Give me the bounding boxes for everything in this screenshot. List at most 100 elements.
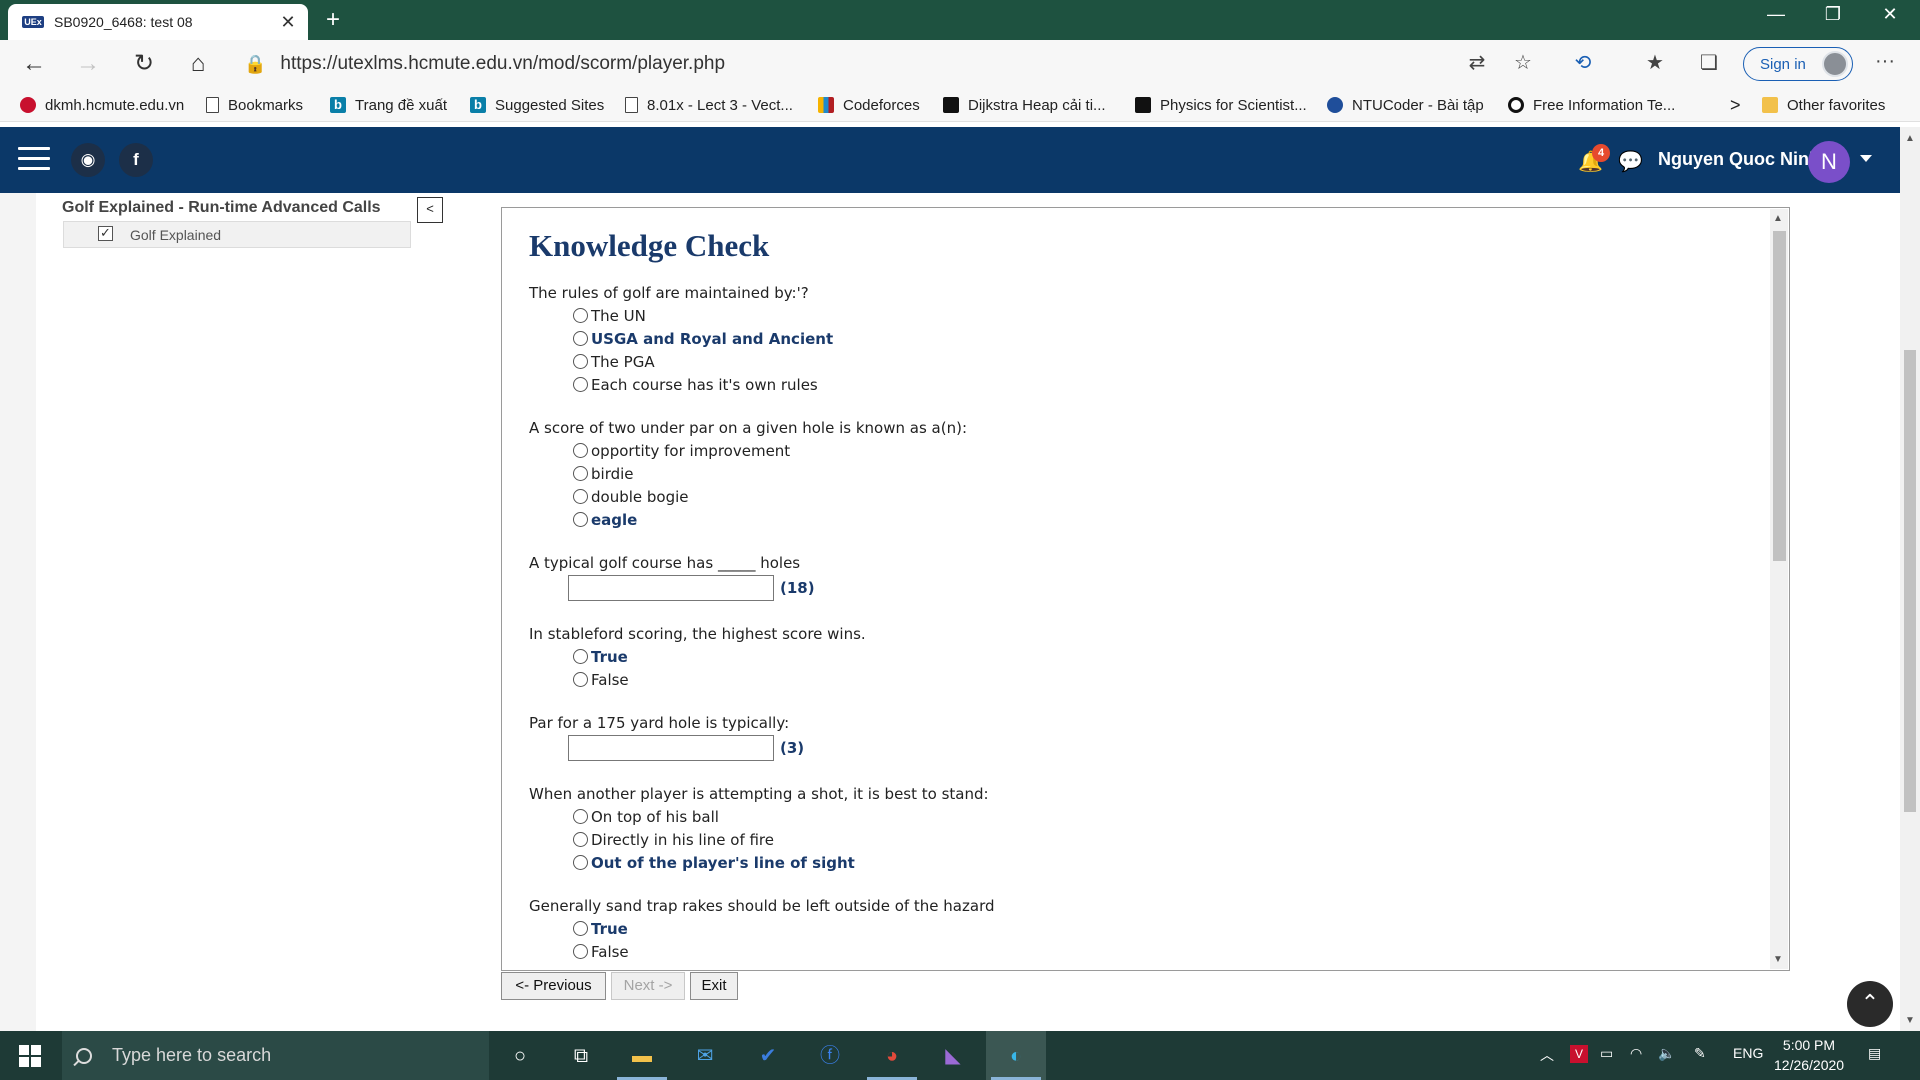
back-to-top-chevron-icon[interactable]: ⌃: [1847, 981, 1893, 1027]
visual-studio-icon[interactable]: ◣: [938, 1041, 968, 1071]
radio-button[interactable]: [573, 855, 588, 870]
next-button[interactable]: Next ->: [611, 972, 685, 1000]
forward-arrow-icon[interactable]: →: [70, 48, 106, 80]
radio-button[interactable]: [573, 489, 588, 504]
radio-button[interactable]: [573, 809, 588, 824]
user-name[interactable]: Nguyen Quoc Ninh: [1658, 149, 1820, 170]
file-explorer-icon[interactable]: ▬: [627, 1041, 657, 1071]
battery-icon[interactable]: ▭: [1600, 1045, 1613, 1062]
language-indicator[interactable]: ENG: [1733, 1045, 1763, 1061]
favorite-item[interactable]: NTUCoder - Bài tập: [1327, 93, 1484, 117]
previous-button[interactable]: <- Previous: [501, 972, 606, 1000]
option-4[interactable]: eagle: [573, 508, 1729, 531]
back-arrow-icon[interactable]: ←: [16, 48, 52, 80]
other-favorites[interactable]: Other favorites: [1762, 93, 1885, 117]
user-avatar[interactable]: N: [1808, 141, 1850, 183]
collections-icon[interactable]: ❏: [1694, 50, 1724, 75]
todo-icon[interactable]: ✔: [753, 1041, 783, 1071]
option-1[interactable]: True: [573, 917, 1729, 940]
radio-button[interactable]: [573, 377, 588, 392]
facebook-icon[interactable]: f: [119, 143, 153, 177]
minimize-button[interactable]: —: [1756, 4, 1796, 25]
favorite-item[interactable]: Physics for Scientist...: [1135, 93, 1307, 117]
radio-button[interactable]: [573, 308, 588, 323]
frame-scroll-thumb[interactable]: [1773, 231, 1786, 561]
radio-button[interactable]: [573, 944, 588, 959]
favorites-list-icon[interactable]: ★: [1640, 50, 1670, 75]
page-scroll-down-arrow-icon[interactable]: ▼: [1905, 1015, 1915, 1026]
close-window-button[interactable]: ✕: [1870, 4, 1910, 25]
radio-button[interactable]: [573, 921, 588, 936]
answer-input[interactable]: [568, 575, 774, 601]
refresh-icon[interactable]: ↻: [126, 48, 162, 80]
favorite-item[interactable]: Bookmarks: [206, 93, 303, 117]
option-2[interactable]: Directly in his line of fire: [573, 828, 1729, 851]
favorite-star-icon[interactable]: ☆: [1508, 50, 1538, 75]
favorite-item[interactable]: Codeforces: [818, 93, 920, 117]
option-1[interactable]: The UN: [573, 304, 1729, 327]
exit-button[interactable]: Exit: [690, 972, 738, 1000]
radio-button[interactable]: [573, 512, 588, 527]
answer-input[interactable]: [568, 735, 774, 761]
taskbar-search[interactable]: Type here to search: [62, 1031, 489, 1080]
scroll-up-arrow-icon[interactable]: ▲: [1773, 213, 1783, 224]
option-2[interactable]: False: [573, 668, 1729, 691]
option-2[interactable]: birdie: [573, 462, 1729, 485]
task-view-icon[interactable]: ⧉: [566, 1041, 596, 1071]
url-field[interactable]: 🔒 https://utexlms.hcmute.edu.vn/mod/scor…: [244, 46, 1554, 82]
option-4[interactable]: Each course has it's own rules: [573, 373, 1729, 396]
option-3[interactable]: double bogie: [573, 485, 1729, 508]
favorite-item[interactable]: b Trang đề xuất: [330, 93, 447, 117]
menu-icon[interactable]: [18, 147, 50, 171]
option-1[interactable]: On top of his ball: [573, 805, 1729, 828]
wifi-icon[interactable]: ◠: [1630, 1045, 1642, 1062]
option-2[interactable]: USGA and Royal and Ancient: [573, 327, 1729, 350]
vivaldi-tray-icon[interactable]: V: [1570, 1045, 1588, 1063]
radio-button[interactable]: [573, 672, 588, 687]
windows-start-icon[interactable]: [19, 1045, 41, 1067]
facebook-app-icon[interactable]: ⓕ: [815, 1041, 845, 1071]
chat-icon[interactable]: 💬: [1618, 149, 1643, 174]
pen-icon[interactable]: ✎: [1694, 1045, 1706, 1062]
scroll-down-arrow-icon[interactable]: ▼: [1773, 954, 1783, 965]
more-menu-icon[interactable]: ···: [1870, 50, 1900, 73]
option-1[interactable]: opportity for improvement: [573, 439, 1729, 462]
page-scrollbar[interactable]: ▲ ▼: [1900, 127, 1920, 1031]
toc-item[interactable]: ✓ Golf Explained: [63, 221, 411, 248]
frame-scrollbar[interactable]: ▲ ▼: [1770, 209, 1788, 969]
translate-icon[interactable]: ⇄: [1462, 50, 1492, 75]
page-scroll-thumb[interactable]: [1904, 350, 1916, 812]
taskbar-clock[interactable]: 5:00 PM 12/26/2020: [1774, 1035, 1844, 1075]
mail-icon[interactable]: ✉: [690, 1041, 720, 1071]
new-tab-button[interactable]: +: [318, 6, 348, 34]
restore-button[interactable]: ❐: [1813, 4, 1853, 25]
globe-icon[interactable]: ◉: [71, 143, 105, 177]
toc-collapse-button[interactable]: <: [417, 197, 443, 223]
option-3[interactable]: Out of the player's line of sight: [573, 851, 1729, 874]
favorite-item[interactable]: 8.01x - Lect 3 - Vect...: [625, 93, 793, 117]
radio-button[interactable]: [573, 331, 588, 346]
radio-button[interactable]: [573, 649, 588, 664]
radio-button[interactable]: [573, 354, 588, 369]
favorite-item[interactable]: Dijkstra Heap cải ti...: [943, 93, 1106, 117]
user-menu-caret-icon[interactable]: [1860, 155, 1872, 162]
cortana-icon[interactable]: ○: [505, 1041, 535, 1071]
home-icon[interactable]: ⌂: [180, 48, 216, 80]
page-scroll-up-arrow-icon[interactable]: ▲: [1905, 133, 1915, 144]
tray-overflow-chevron-icon[interactable]: ︿: [1540, 1045, 1554, 1065]
radio-button[interactable]: [573, 443, 588, 458]
favorite-item[interactable]: Free Information Te...: [1508, 93, 1675, 117]
edge-icon[interactable]: ◐: [1001, 1041, 1031, 1071]
radio-button[interactable]: [573, 466, 588, 481]
option-2[interactable]: False: [573, 940, 1729, 963]
option-3[interactable]: The PGA: [573, 350, 1729, 373]
favorite-item[interactable]: dkmh.hcmute.edu.vn: [20, 93, 184, 117]
tab-close-icon[interactable]: ✕: [278, 12, 298, 33]
sync-icon[interactable]: ⟲: [1568, 50, 1598, 75]
browser-tab[interactable]: UEx SB0920_6468: test 08 ✕: [8, 4, 308, 40]
volume-icon[interactable]: 🔈: [1658, 1045, 1675, 1062]
favorite-item[interactable]: b Suggested Sites: [470, 93, 604, 117]
chrome-icon[interactable]: ◕: [877, 1041, 907, 1071]
sign-in-button[interactable]: Sign in: [1743, 47, 1853, 81]
favorites-overflow-chevron-icon[interactable]: >: [1730, 93, 1741, 117]
